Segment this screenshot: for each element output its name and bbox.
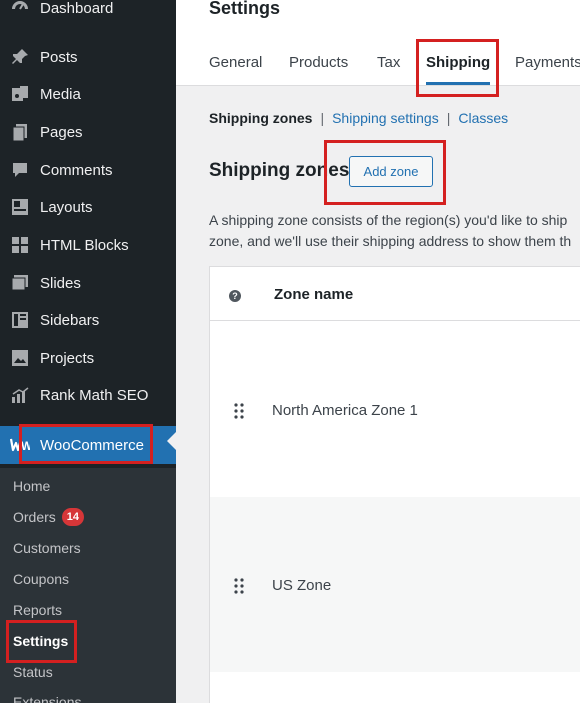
menu-label: Projects: [40, 349, 95, 367]
menu-sidebars[interactable]: Sidebars: [0, 302, 176, 338]
description-line: zone, and we'll use their shipping addre…: [209, 233, 572, 249]
submenu-label: Orders: [13, 509, 56, 525]
layouts-icon: [10, 197, 30, 217]
current-menu-arrow: [167, 432, 176, 450]
menu-label: Dashboard: [40, 0, 114, 17]
menu-layouts[interactable]: Layouts: [0, 189, 176, 225]
add-zone-button[interactable]: Add zone: [349, 156, 433, 187]
submenu-coupons[interactable]: Coupons: [13, 569, 69, 589]
menu-posts[interactable]: Posts: [0, 39, 176, 75]
menu-label: Comments: [40, 161, 113, 179]
sidebars-icon: [10, 310, 30, 330]
shipping-subnav: Shipping zones | Shipping settings | Cla…: [209, 110, 508, 126]
menu-label: Slides: [40, 274, 81, 292]
tab-shipping[interactable]: Shipping: [426, 54, 490, 71]
subnav-classes-link[interactable]: Classes: [458, 110, 508, 126]
help-icon[interactable]: ?: [229, 290, 241, 302]
submenu-orders[interactable]: Orders 14: [13, 507, 85, 527]
table-header-row: ? Zone name: [210, 267, 580, 321]
settings-header: Settings General Products Tax Shipping P…: [176, 0, 580, 86]
subnav-shipping-settings-link[interactable]: Shipping settings: [332, 110, 439, 126]
slides-icon: [10, 273, 30, 293]
table-row[interactable]: US Zone: [210, 497, 580, 672]
menu-comments[interactable]: Comments: [0, 152, 176, 188]
menu-rank-math[interactable]: Rank Math SEO: [0, 377, 176, 413]
submenu-reports[interactable]: Reports: [13, 600, 62, 620]
submenu-settings[interactable]: Settings: [13, 631, 68, 651]
html-blocks-icon: [10, 235, 30, 255]
menu-woocommerce[interactable]: W WooCommerce: [0, 426, 176, 464]
submenu-customers[interactable]: Customers: [13, 538, 81, 558]
menu-label: Layouts: [40, 198, 93, 216]
woocommerce-submenu: Home Orders 14 Customers Coupons Reports…: [0, 468, 176, 703]
menu-label: Sidebars: [40, 311, 100, 329]
tab-general[interactable]: General: [209, 54, 262, 71]
shipping-zones-description: A shipping zone consists of the region(s…: [209, 210, 580, 252]
active-tab-indicator: [426, 82, 490, 85]
menu-label: Rank Math SEO: [40, 386, 149, 404]
woocommerce-icon: W: [10, 435, 30, 455]
column-zone-name: Zone name: [274, 286, 354, 303]
menu-projects[interactable]: Projects: [0, 340, 176, 376]
svg-text:W: W: [21, 439, 30, 452]
menu-slides[interactable]: Slides: [0, 265, 176, 301]
table-row[interactable]: North America Zone 1: [210, 322, 580, 497]
tab-payments[interactable]: Payments: [515, 54, 580, 71]
projects-icon: [10, 348, 30, 368]
drag-handle-icon[interactable]: [232, 577, 246, 595]
pin-icon: [10, 47, 30, 67]
menu-label: Pages: [40, 123, 83, 141]
menu-label: WooCommerce: [40, 436, 144, 454]
menu-pages[interactable]: Pages: [0, 114, 176, 150]
shipping-zones-table: ? Zone name North America Zone 1 US Zone: [209, 266, 580, 703]
menu-label: Media: [40, 85, 81, 103]
menu-media[interactable]: Media: [0, 76, 176, 112]
description-line: A shipping zone consists of the region(s…: [209, 212, 568, 228]
tab-tax[interactable]: Tax: [377, 54, 400, 71]
menu-html-blocks[interactable]: HTML Blocks: [0, 227, 176, 263]
drag-handle-icon[interactable]: [232, 402, 246, 420]
submenu-status[interactable]: Status: [13, 662, 53, 682]
subnav-separator: |: [320, 110, 325, 126]
menu-label: Posts: [40, 48, 78, 66]
tab-products[interactable]: Products: [289, 54, 348, 71]
subnav-current: Shipping zones: [209, 110, 313, 126]
orders-count-badge: 14: [61, 508, 85, 526]
comment-icon: [10, 160, 30, 180]
media-icon: [10, 84, 30, 104]
menu-dashboard[interactable]: Dashboard: [0, 0, 176, 26]
submenu-home[interactable]: Home: [13, 476, 50, 496]
dashboard-icon: [10, 0, 30, 18]
zone-name[interactable]: US Zone: [272, 577, 331, 594]
admin-sidebar: Dashboard Posts Media Pages Comments Lay…: [0, 0, 176, 703]
submenu-extensions[interactable]: Extensions: [13, 692, 81, 703]
rank-math-icon: [10, 385, 30, 405]
shipping-zones-heading: Shipping zones: [209, 160, 350, 181]
pages-icon: [10, 122, 30, 142]
subnav-separator: |: [446, 110, 451, 126]
zone-name[interactable]: North America Zone 1: [272, 402, 418, 419]
page-title: Settings: [209, 0, 281, 18]
menu-label: HTML Blocks: [40, 236, 129, 254]
